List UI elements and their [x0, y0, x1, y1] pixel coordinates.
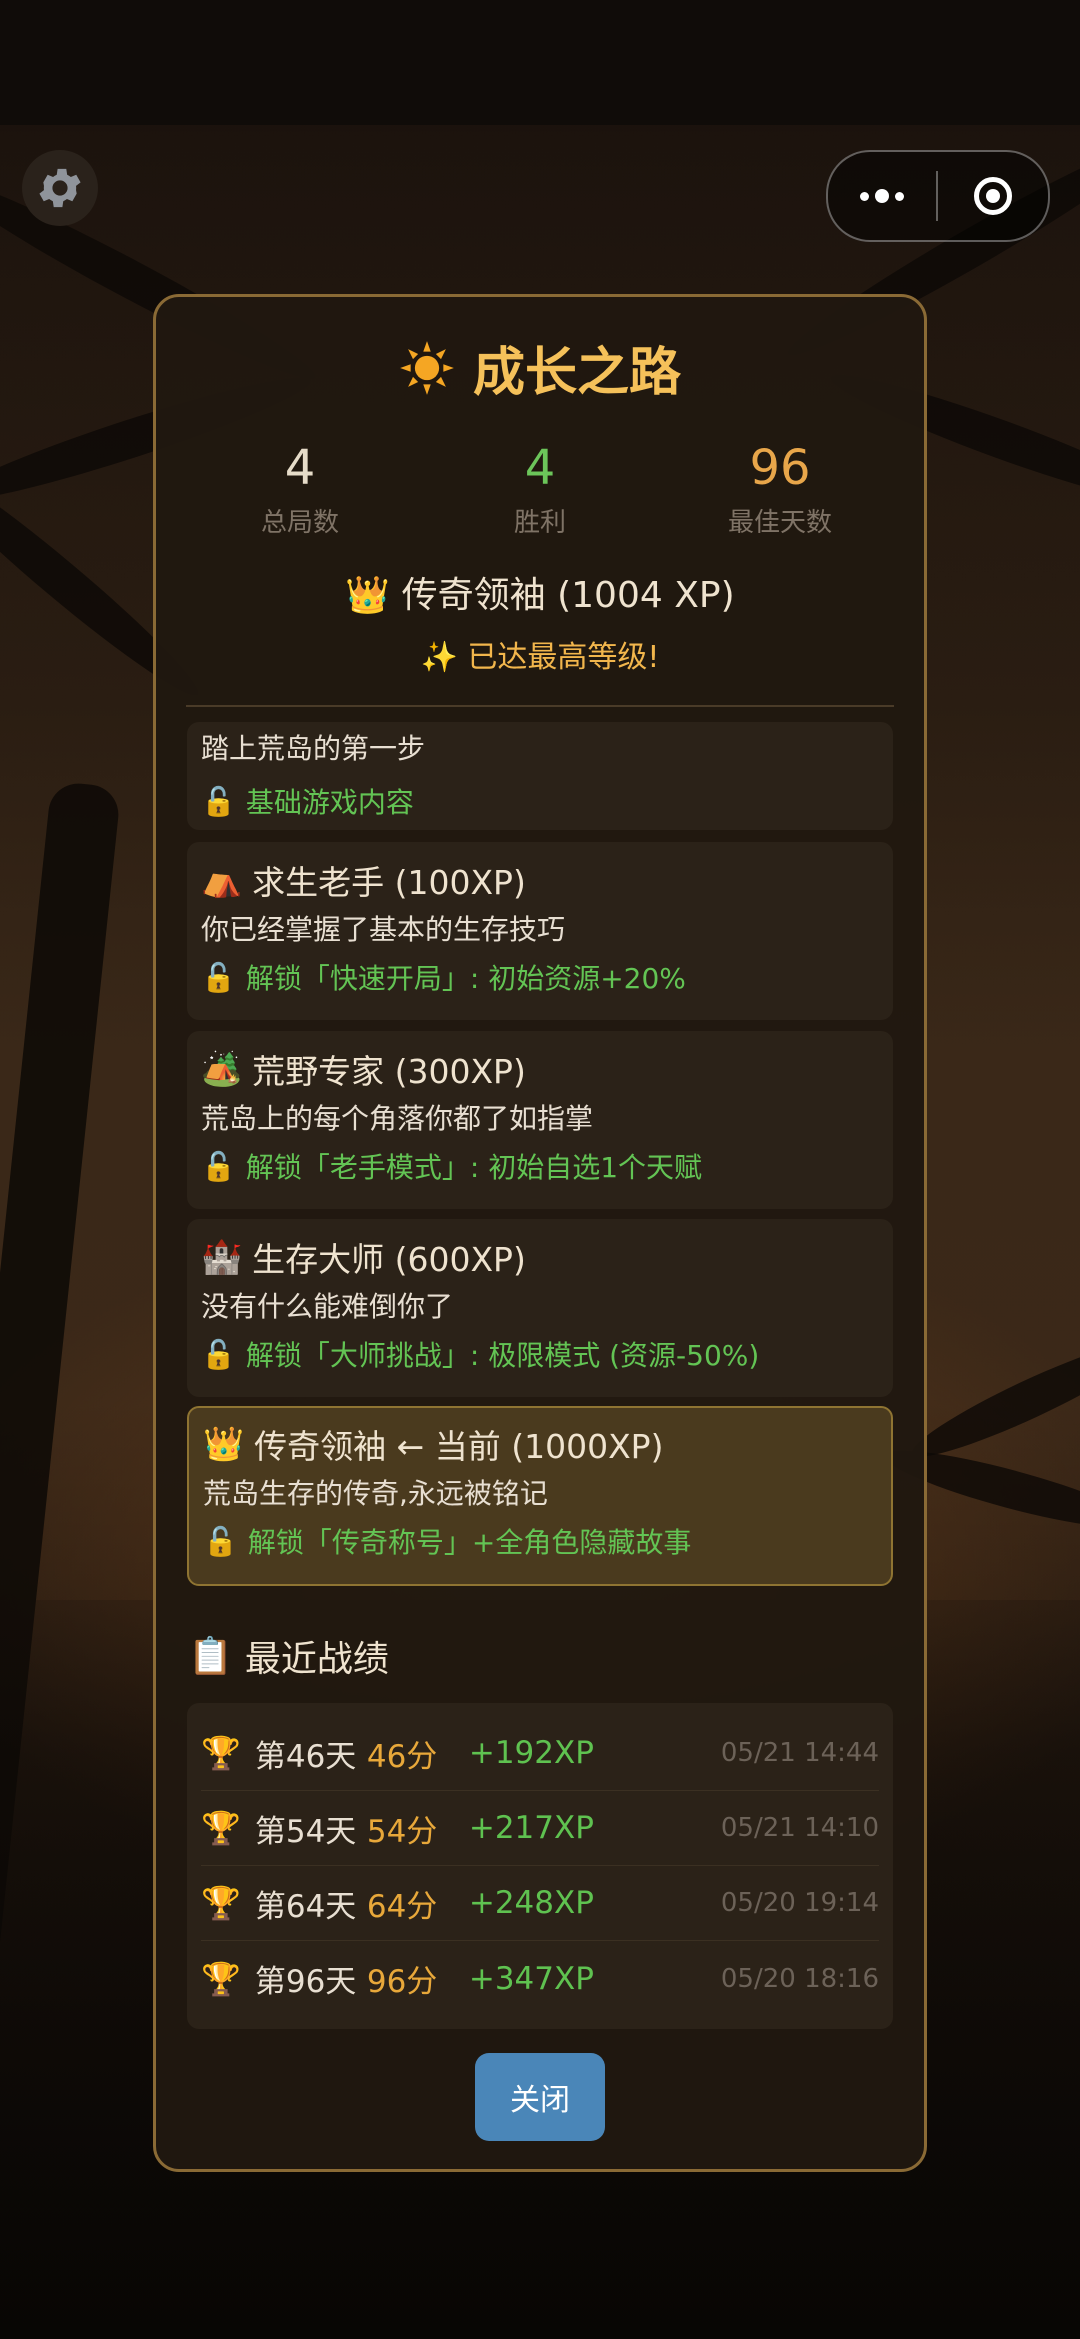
trophy-icon: 🏆 — [201, 1959, 241, 1998]
level-title-text: 传奇领袖 ← 当前 (1000XP) — [254, 1427, 664, 1466]
record-row: 🏆 第46天 46分 +192XP 05/21 14:44 — [201, 1716, 879, 1791]
stat-value: 96 — [749, 440, 811, 496]
level-title: 🏰 生存大师 (600XP) — [201, 1229, 879, 1285]
divider — [186, 705, 894, 707]
trophy-icon: 🏆 — [201, 1884, 241, 1922]
unlock-text: 基础游戏内容 — [245, 786, 414, 819]
stat-label: 最佳天数 — [727, 508, 832, 538]
target-icon — [974, 177, 1012, 215]
record-xp: +248XP — [468, 1885, 594, 1921]
level-unlock: 🔓 解锁「传奇称号」+全角色隐藏故事 — [203, 1516, 877, 1566]
more-button[interactable] — [828, 152, 936, 240]
level-desc: 荒岛上的每个角落你都了如指掌 — [201, 1102, 594, 1135]
unlock-icon: 🔓 — [201, 1337, 236, 1371]
unlock-icon: 🔓 — [201, 1149, 236, 1183]
record-score: 46分 — [366, 1738, 438, 1775]
crown-icon: 👑 — [345, 575, 391, 616]
stat-wins: 4 胜利 — [420, 438, 660, 539]
level-title: 👑 传奇领袖 ← 当前 (1000XP) — [203, 1416, 877, 1472]
record-row: 🏆 第96天 96分 +347XP 05/20 18:16 — [201, 1941, 879, 2016]
more-dots-icon — [860, 189, 904, 203]
crown-icon: 👑 — [203, 1424, 245, 1463]
stat-label: 胜利 — [513, 508, 566, 538]
record-day: 第96天 — [254, 1964, 357, 2000]
top-band — [0, 0, 1080, 125]
unlock-text: 解锁「快速开局」: 初始资源+20% — [245, 962, 686, 995]
modal-title: 成长之路 — [0, 330, 1080, 405]
stats-row: 4 总局数 4 胜利 96 最佳天数 — [180, 438, 900, 539]
stat-value: 4 — [524, 440, 556, 496]
record-row: 🏆 第64天 64分 +248XP 05/20 19:14 — [201, 1866, 879, 1941]
recent-records-heading: 📋 最近战绩 — [188, 1630, 389, 1682]
level-card: 🏰 生存大师 (600XP) 没有什么能难倒你了 🔓 解锁「大师挑战」: 极限模… — [187, 1219, 893, 1397]
level-desc: 你已经掌握了基本的生存技巧 — [201, 913, 566, 946]
level-desc: 没有什么能难倒你了 — [201, 1290, 454, 1323]
record-day: 第64天 — [254, 1888, 357, 1925]
level-desc: 踏上荒岛的第一步 — [201, 732, 426, 765]
max-level-notice: ✨ 已达最高等级! — [420, 640, 660, 675]
unlock-text: 解锁「传奇称号」+全角色隐藏故事 — [247, 1526, 692, 1559]
record-score: 54分 — [366, 1813, 438, 1850]
stat-value: 4 — [284, 440, 316, 496]
record-day: 第54天 — [254, 1813, 357, 1850]
current-rank: 👑 传奇领袖 (1004 XP) — [0, 566, 1080, 618]
level-unlock: 🔓 基础游戏内容 — [201, 776, 879, 826]
level-unlock: 🔓 解锁「快速开局」: 初始资源+20% — [201, 952, 879, 1002]
record-time: 05/20 19:14 — [720, 1888, 879, 1918]
level-unlock: 🔓 解锁「老手模式」: 初始自选1个天赋 — [201, 1141, 879, 1191]
level-title: ⛺ 求生老手 (100XP) — [201, 852, 879, 908]
level-unlock: 🔓 解锁「大师挑战」: 极限模式 (资源-50%) — [201, 1329, 879, 1379]
stat-label: 总局数 — [260, 508, 339, 538]
stat-total-games: 4 总局数 — [180, 438, 420, 539]
level-card: ⛺ 求生老手 (100XP) 你已经掌握了基本的生存技巧 🔓 解锁「快速开局」:… — [187, 842, 893, 1020]
tent-icon: ⛺ — [201, 860, 243, 899]
record-xp: +217XP — [468, 1810, 594, 1846]
camping-icon: 🏕️ — [201, 1049, 243, 1088]
unlock-text: 解锁「老手模式」: 初始自选1个天赋 — [245, 1151, 703, 1184]
level-card: 🏕️ 荒野专家 (300XP) 荒岛上的每个角落你都了如指掌 🔓 解锁「老手模式… — [187, 1031, 893, 1209]
gear-icon — [39, 168, 81, 208]
records-list: 🏆 第46天 46分 +192XP 05/21 14:44 🏆 第54天 54分… — [187, 1703, 893, 2029]
unlock-icon: 🔓 — [201, 784, 236, 818]
recent-title: 最近战绩 — [244, 1639, 389, 1680]
clipboard-icon: 📋 — [188, 1636, 233, 1677]
unlock-icon: 🔓 — [201, 960, 236, 994]
record-time: 05/20 18:16 — [720, 1963, 879, 1994]
record-xp: +192XP — [468, 1735, 594, 1771]
trophy-icon: 🏆 — [201, 1734, 241, 1772]
miniprogram-capsule — [826, 150, 1050, 242]
record-score: 64分 — [366, 1888, 438, 1925]
record-xp: +347XP — [468, 1960, 594, 1997]
sun-icon — [400, 340, 454, 395]
level-title-text: 求生老手 (100XP) — [252, 863, 526, 902]
rank-text: 传奇领袖 (1004 XP) — [401, 575, 735, 616]
exit-button[interactable] — [938, 152, 1048, 240]
palm-frond-bg — [904, 1326, 1080, 1472]
trophy-icon: 🏆 — [201, 1809, 241, 1847]
settings-button[interactable] — [22, 150, 98, 226]
castle-icon: 🏰 — [201, 1237, 243, 1276]
level-title-text: 荒野专家 (300XP) — [252, 1052, 526, 1091]
level-card: 踏上荒岛的第一步 🔓 基础游戏内容 — [187, 722, 893, 830]
record-time: 05/21 14:44 — [720, 1738, 879, 1768]
record-score: 96分 — [366, 1964, 438, 2000]
level-title: 🏕️ 荒野专家 (300XP) — [201, 1041, 879, 1097]
record-day: 第46天 — [254, 1738, 357, 1775]
level-card-current: 👑 传奇领袖 ← 当前 (1000XP) 荒岛生存的传奇,永远被铭记 🔓 解锁「… — [187, 1406, 893, 1586]
record-row: 🏆 第54天 54分 +217XP 05/21 14:10 — [201, 1791, 879, 1866]
unlock-icon: 🔓 — [203, 1524, 238, 1558]
record-time: 05/21 14:10 — [720, 1813, 879, 1843]
level-desc: 荒岛生存的传奇,永远被铭记 — [203, 1477, 548, 1510]
title-text: 成长之路 — [472, 343, 681, 403]
stat-best-days: 96 最佳天数 — [660, 438, 900, 539]
level-title-text: 生存大师 (600XP) — [252, 1240, 526, 1279]
close-button[interactable]: 关闭 — [475, 2053, 605, 2141]
unlock-text: 解锁「大师挑战」: 极限模式 (资源-50%) — [245, 1339, 760, 1372]
